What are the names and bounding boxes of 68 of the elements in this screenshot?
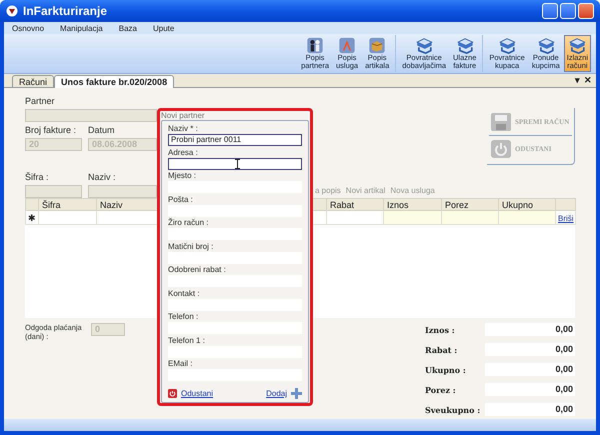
column-header: [26, 198, 38, 210]
field-label: Adresa :: [168, 146, 199, 158]
stack-icon: [567, 37, 588, 54]
total-value: 0,00: [485, 403, 575, 416]
stack-icon: [536, 37, 556, 54]
column-header[interactable]: Ukupno: [498, 198, 556, 210]
pen-icon: [337, 37, 358, 54]
input-field[interactable]: [168, 158, 302, 170]
menu-item[interactable]: Upute: [152, 24, 174, 32]
field-label: Kontakt :: [168, 288, 201, 298]
total-label: Rabat :: [425, 344, 458, 354]
field-label: Telefon :: [168, 311, 200, 322]
close-button[interactable]: [578, 3, 594, 19]
total-value: 0,00: [485, 363, 575, 376]
minimize-button[interactable]: [542, 3, 558, 19]
field-label: Datum: [88, 125, 116, 137]
field-label: Broj fakture :: [25, 125, 78, 137]
field-label: Telefon 1 :: [168, 334, 206, 346]
stack-icon: [414, 37, 434, 54]
field-label: Naziv * :: [168, 123, 199, 134]
stack-icon: [454, 37, 475, 54]
total-value: 0,00: [485, 383, 575, 396]
plus-icon: [291, 388, 302, 399]
table-cell[interactable]: [326, 210, 384, 224]
text-cursor-icon: [235, 158, 240, 168]
column-header[interactable]: Šifra: [38, 198, 96, 210]
column-header[interactable]: Porez: [442, 198, 498, 210]
field-label: EMail :: [168, 358, 194, 369]
menu-item[interactable]: Manipulacja: [60, 24, 103, 32]
people-icon: [305, 37, 326, 54]
input-field[interactable]: Probni partner 0011: [168, 134, 302, 146]
total-label: Sveukupno :: [425, 404, 482, 414]
app-icon: [6, 5, 18, 17]
window-title: InFarkturiranje: [23, 4, 108, 18]
field-label: Mjesto :: [168, 170, 198, 181]
table-cell[interactable]: [442, 210, 498, 224]
close-tab-button[interactable]: ✕: [584, 74, 592, 84]
maximize-button[interactable]: [560, 3, 576, 19]
field-label: Matični broj :: [168, 240, 214, 252]
field-label: Odobreni rabat :: [168, 264, 227, 275]
power-icon: [168, 389, 177, 398]
tab[interactable]: Unos fakture br.020/2008: [54, 75, 174, 88]
power-icon: [491, 140, 511, 158]
total-value: 0,00: [485, 343, 575, 356]
stack-icon: [497, 37, 518, 54]
row-marker: ✱: [26, 210, 38, 224]
cancel-link[interactable]: Odustani: [181, 389, 214, 398]
field-label: Šifra :: [25, 172, 50, 184]
total-value: 0,00: [485, 323, 575, 336]
panel-title: Novi partner: [161, 111, 206, 120]
total-label: Porez :: [425, 384, 457, 394]
field-label: Žiro račun :: [168, 217, 210, 228]
table-cell[interactable]: [38, 210, 96, 224]
add-link[interactable]: Dodaj: [266, 389, 287, 398]
field-label: Pošta :: [168, 194, 194, 204]
total-label: Ukupno :: [425, 364, 467, 374]
field-label: Naziv :: [88, 172, 117, 184]
column-header[interactable]: Iznos: [384, 198, 442, 210]
dropdown-button[interactable]: ▾: [575, 74, 580, 84]
field-label: Partner: [25, 96, 56, 108]
table-cell[interactable]: [498, 210, 556, 224]
menu-item[interactable]: Baza: [118, 24, 137, 32]
table-cell[interactable]: [384, 210, 442, 224]
box-icon: [367, 37, 388, 54]
tab[interactable]: Računi: [12, 75, 54, 87]
column-header[interactable]: Rabat: [326, 198, 384, 210]
total-label: Iznos :: [425, 324, 456, 334]
menu-item[interactable]: Osnovno: [12, 24, 44, 32]
